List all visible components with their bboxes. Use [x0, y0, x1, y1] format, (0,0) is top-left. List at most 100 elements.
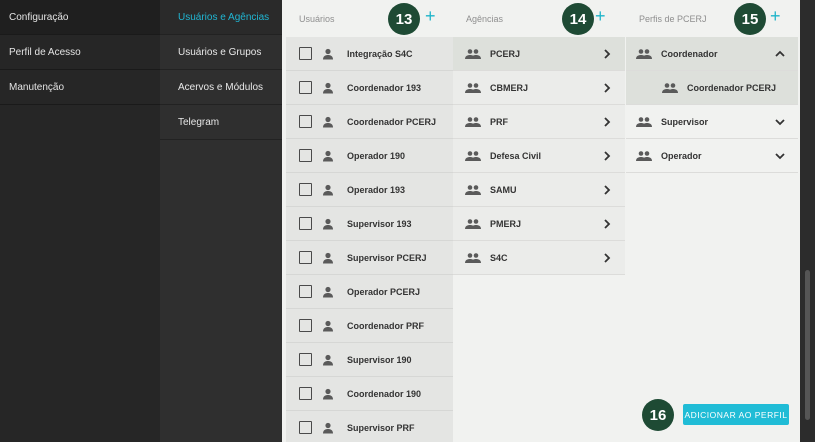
person-icon — [322, 388, 334, 400]
users-column-header: Usuários + — [286, 0, 453, 37]
chevron-right-icon[interactable] — [601, 81, 613, 93]
person-icon — [322, 354, 334, 366]
person-icon — [322, 218, 334, 230]
user-row[interactable]: Supervisor 190 — [286, 343, 453, 377]
user-checkbox[interactable] — [299, 217, 312, 230]
nav-item-perfil-de-acesso[interactable]: Perfil de Acesso — [0, 35, 160, 70]
add-profile-icon[interactable]: + — [770, 7, 781, 25]
user-checkbox[interactable] — [299, 319, 312, 332]
profile-name: Operador — [661, 150, 702, 161]
user-row[interactable]: Supervisor 193 — [286, 207, 453, 241]
step-badge-14: 14 — [562, 3, 594, 35]
agency-name: PCERJ — [490, 48, 521, 59]
agency-row[interactable]: PCERJ — [453, 37, 625, 71]
user-row[interactable]: Supervisor PCERJ — [286, 241, 453, 275]
agency-name: PRF — [490, 116, 508, 127]
user-name: Supervisor 190 — [347, 354, 412, 365]
group-icon — [662, 82, 678, 94]
user-row[interactable]: Coordenador 190 — [286, 377, 453, 411]
user-checkbox[interactable] — [299, 387, 312, 400]
agencies-column: Agências + PCERJ CBMERJ PRF Defesa Civil SAM… — [453, 0, 625, 275]
profile-name: Coordenador PCERJ — [687, 82, 777, 93]
add-to-profile-button[interactable]: ADICIONAR AO PERFIL — [683, 404, 789, 425]
chevron-down-icon[interactable] — [774, 115, 786, 127]
agency-name: Defesa Civil — [490, 150, 542, 161]
group-icon — [636, 116, 652, 128]
profile-row[interactable]: Operador — [626, 139, 798, 173]
nav-item-configuracao[interactable]: Configuração — [0, 0, 160, 35]
user-row[interactable]: Coordenador 193 — [286, 71, 453, 105]
chevron-right-icon[interactable] — [601, 183, 613, 195]
subnav-item-usuarios-e-grupos[interactable]: Usuários e Grupos — [160, 35, 282, 70]
user-name: Coordenador 193 — [347, 82, 422, 93]
add-agency-icon[interactable]: + — [595, 7, 606, 25]
profiles-column: Perfis de PCERJ + Coordenador Coordenador… — [626, 0, 798, 173]
primary-nav: Configuração Perfil de Acesso Manutenção — [0, 0, 160, 442]
user-row[interactable]: Coordenador PCERJ — [286, 105, 453, 139]
profiles-column-header: Perfis de PCERJ + — [626, 0, 798, 37]
person-icon — [322, 252, 334, 264]
chevron-right-icon[interactable] — [601, 217, 613, 229]
user-row[interactable]: Operador 193 — [286, 173, 453, 207]
subnav-item-usuarios-e-agencias[interactable]: Usuários e Agências — [160, 0, 282, 35]
nav-item-manutencao[interactable]: Manutenção — [0, 70, 160, 105]
chevron-down-icon[interactable] — [774, 149, 786, 161]
user-row[interactable]: Integração S4C — [286, 37, 453, 71]
subnav-item-acervos-e-modulos[interactable]: Acervos e Módulos — [160, 70, 282, 105]
user-row[interactable]: Operador PCERJ — [286, 275, 453, 309]
group-icon — [465, 150, 481, 162]
subnav-item-telegram[interactable]: Telegram — [160, 105, 282, 140]
user-checkbox[interactable] — [299, 421, 312, 434]
secondary-nav: Usuários e Agências Usuários e Grupos Ac… — [160, 0, 282, 442]
agencies-column-title: Agências — [466, 13, 504, 24]
chevron-right-icon[interactable] — [601, 149, 613, 161]
user-name: Coordenador PRF — [347, 320, 425, 331]
chevron-up-icon[interactable] — [774, 47, 786, 59]
user-checkbox[interactable] — [299, 285, 312, 298]
step-badge-16: 16 — [642, 399, 674, 431]
user-row[interactable]: Coordenador PRF — [286, 309, 453, 343]
user-row[interactable]: Operador 190 — [286, 139, 453, 173]
users-column: Usuários + Integração S4C Coordenador 193… — [286, 0, 453, 442]
scrollbar-thumb[interactable] — [805, 270, 810, 420]
users-list: Integração S4C Coordenador 193 Coordenador… — [286, 37, 453, 442]
agency-name: CBMERJ — [490, 82, 529, 93]
user-checkbox[interactable] — [299, 183, 312, 196]
agency-row[interactable]: S4C — [453, 241, 625, 275]
users-column-title: Usuários — [299, 13, 335, 24]
chevron-right-icon[interactable] — [601, 115, 613, 127]
scrollbar[interactable] — [800, 0, 815, 442]
group-icon — [465, 48, 481, 60]
add-user-icon[interactable]: + — [425, 7, 436, 25]
chevron-right-icon[interactable] — [601, 251, 613, 263]
agency-row[interactable]: PRF — [453, 105, 625, 139]
user-name: Coordenador PCERJ — [347, 116, 437, 127]
user-checkbox[interactable] — [299, 251, 312, 264]
person-icon — [322, 286, 334, 298]
user-checkbox[interactable] — [299, 81, 312, 94]
agency-row[interactable]: Defesa Civil — [453, 139, 625, 173]
profiles-column-title: Perfis de PCERJ — [639, 13, 707, 24]
user-name: Operador 193 — [347, 184, 406, 195]
profile-name: Coordenador — [661, 48, 718, 59]
user-name: Integração S4C — [347, 48, 413, 59]
user-row[interactable]: Supervisor PRF — [286, 411, 453, 442]
agency-row[interactable]: SAMU — [453, 173, 625, 207]
profile-subitem[interactable]: Coordenador PCERJ — [626, 71, 798, 105]
app-window: Configuração Perfil de Acesso Manutenção… — [0, 0, 815, 442]
agencies-list: PCERJ CBMERJ PRF Defesa Civil SAMU PMERJ S4C — [453, 37, 625, 275]
user-checkbox[interactable] — [299, 47, 312, 60]
person-icon — [322, 82, 334, 94]
group-icon — [465, 116, 481, 128]
person-icon — [322, 320, 334, 332]
user-checkbox[interactable] — [299, 115, 312, 128]
user-checkbox[interactable] — [299, 353, 312, 366]
profile-row[interactable]: Supervisor — [626, 105, 798, 139]
profile-row[interactable]: Coordenador — [626, 37, 798, 71]
user-name: Supervisor PRF — [347, 422, 415, 433]
person-icon — [322, 150, 334, 162]
agency-row[interactable]: CBMERJ — [453, 71, 625, 105]
chevron-right-icon[interactable] — [601, 47, 613, 59]
user-checkbox[interactable] — [299, 149, 312, 162]
agency-row[interactable]: PMERJ — [453, 207, 625, 241]
